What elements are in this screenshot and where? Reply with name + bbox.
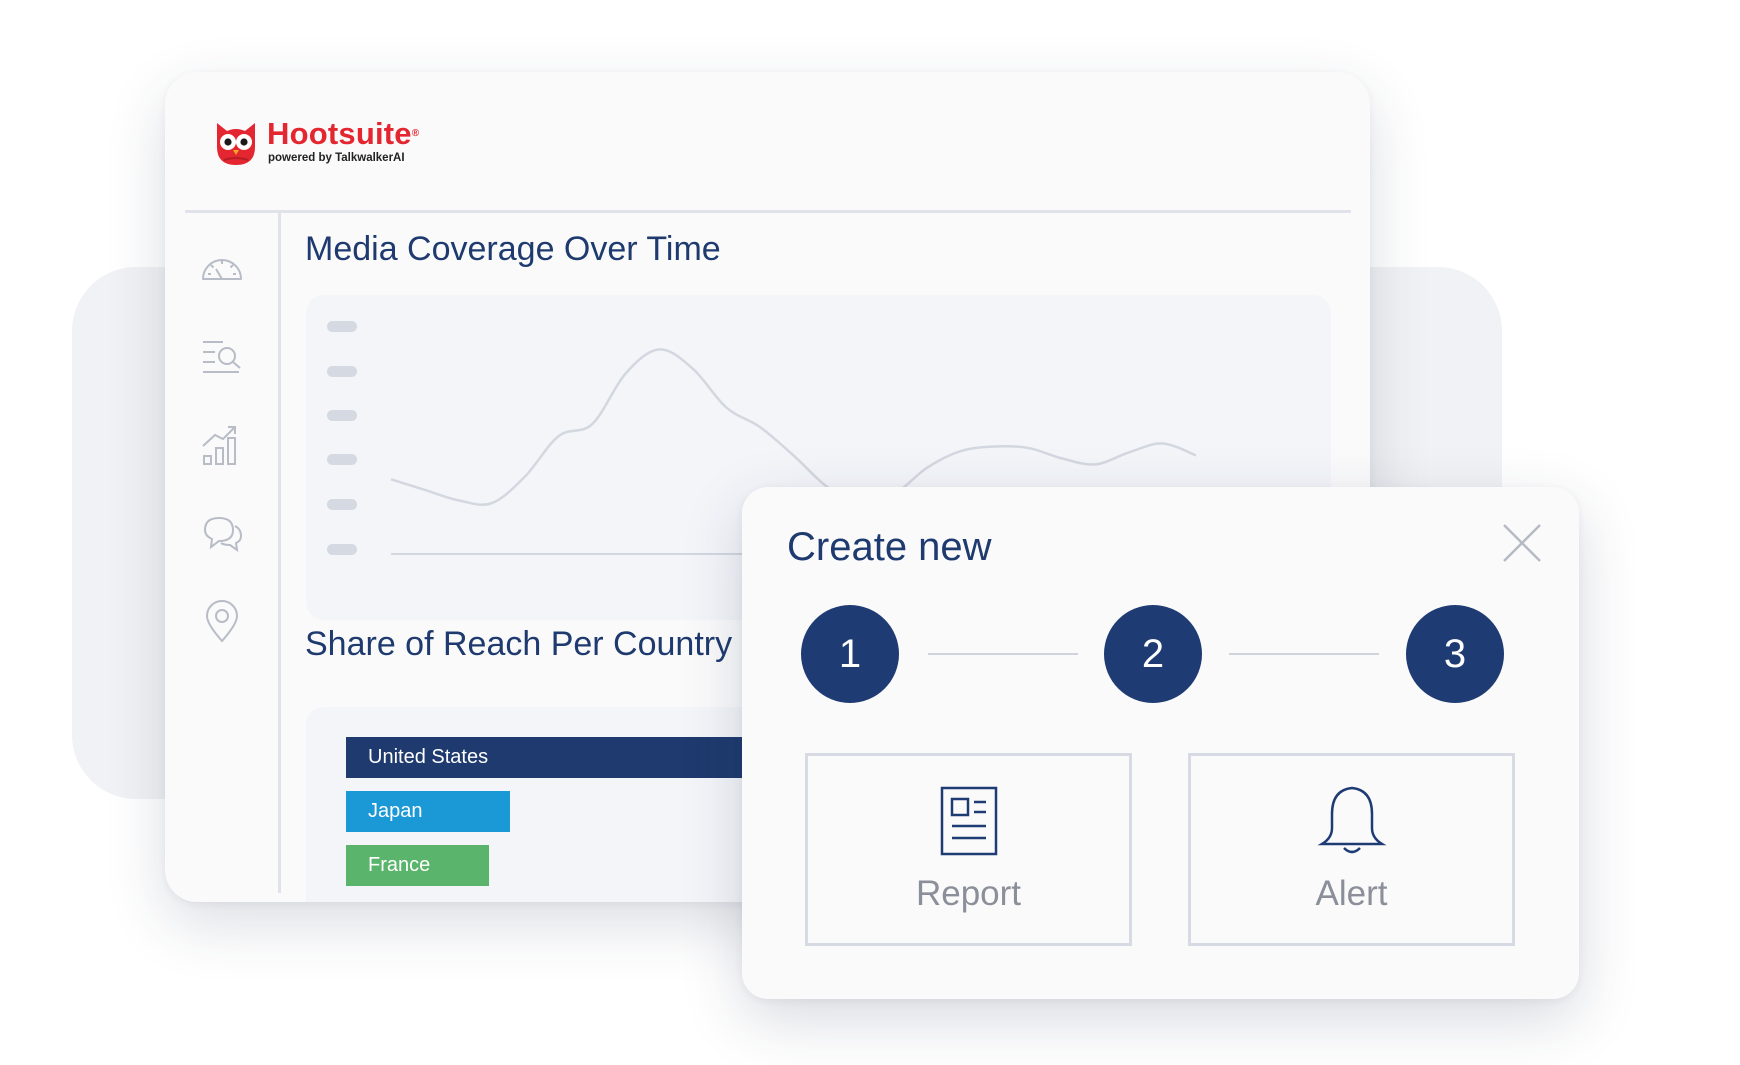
brand-tagline: powered by TalkwalkerAI (268, 152, 405, 164)
close-icon[interactable] (1501, 522, 1543, 564)
y-tick-placeholder (327, 321, 357, 332)
hootsuite-logo[interactable]: Hootsuite® powered by TalkwalkerAI (211, 117, 419, 173)
chat-bubbles-icon[interactable] (199, 510, 245, 556)
step-3[interactable]: 3 (1406, 605, 1504, 703)
media-coverage-title: Media Coverage Over Time (305, 230, 721, 268)
brand-name: Hootsuite® (267, 116, 420, 151)
location-pin-icon[interactable] (199, 598, 245, 644)
y-tick-placeholder (327, 544, 357, 555)
y-tick-placeholder (327, 366, 357, 377)
y-tick-placeholder (327, 454, 357, 465)
search-list-icon[interactable] (199, 334, 245, 380)
bell-icon (1316, 786, 1387, 854)
y-tick-placeholder (327, 499, 357, 510)
sidebar-divider (278, 213, 281, 893)
step-connector (1229, 653, 1379, 655)
step-1[interactable]: 1 (801, 605, 899, 703)
step-connector (928, 653, 1078, 655)
create-new-modal: Create new 1 2 3 Report Alert (742, 487, 1579, 999)
share-of-reach-title: Share of Reach Per Country (305, 625, 733, 663)
y-tick-placeholder (327, 410, 357, 421)
bar-japan: Japan (346, 791, 510, 832)
bar-chart-growth-icon[interactable] (199, 422, 245, 468)
series-line (390, 348, 1197, 507)
dashboard-gauge-icon[interactable] (199, 246, 245, 292)
step-2[interactable]: 2 (1104, 605, 1202, 703)
report-label: Report (915, 874, 1022, 913)
registered-mark: ® (411, 128, 420, 139)
bar-france: France (346, 845, 489, 886)
report-document-icon (940, 786, 997, 856)
alert-label: Alert (1315, 874, 1388, 913)
owl-logo-icon (217, 123, 255, 165)
alert-option-button[interactable]: Alert (1188, 753, 1515, 946)
bar-united-states: United States (346, 737, 766, 778)
header-divider (185, 210, 1351, 213)
modal-title: Create new (787, 525, 992, 569)
report-option-button[interactable]: Report (805, 753, 1132, 946)
